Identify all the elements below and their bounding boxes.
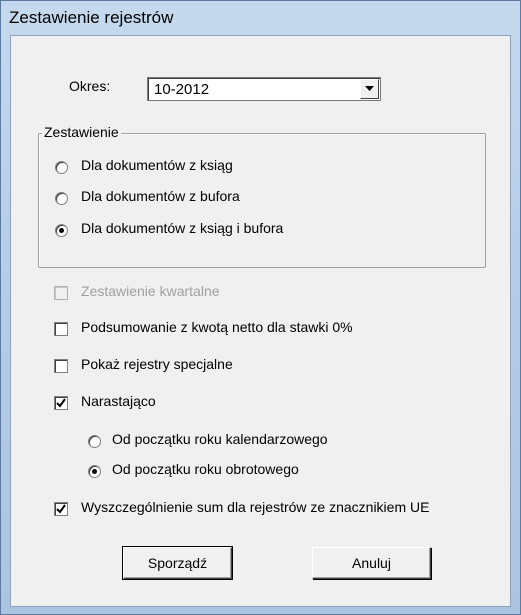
- radio-calendar-year[interactable]: [88, 435, 101, 448]
- radio-from-buffer[interactable]: [55, 192, 68, 205]
- radio-books-and-buffer[interactable]: [55, 224, 68, 237]
- dialog-body: Okres: 10-2012 Zestawienie Dla dokumentó…: [10, 35, 511, 607]
- period-select[interactable]: 10-2012: [147, 77, 381, 101]
- summary-group-title: Zestawienie: [42, 124, 121, 140]
- generate-button[interactable]: Sporządź: [122, 546, 233, 580]
- dialog-window: Zestawienie rejestrów Okres: 10-2012 Zes…: [0, 0, 521, 615]
- radio-from-buffer-label[interactable]: Dla dokumentów z bufora: [81, 188, 240, 204]
- radio-books-and-buffer-label[interactable]: Dla dokumentów z ksiąg i bufora: [81, 220, 283, 236]
- net-zero-checkbox[interactable]: [54, 322, 68, 336]
- cancel-button[interactable]: Anuluj: [312, 547, 431, 579]
- cumulative-checkbox-label[interactable]: Narastająco: [81, 393, 156, 409]
- special-registers-checkbox-label[interactable]: Pokaż rejestry specjalne: [81, 356, 233, 372]
- period-value: 10-2012: [154, 81, 210, 98]
- special-registers-checkbox[interactable]: [54, 359, 68, 373]
- eu-sums-checkbox[interactable]: [54, 502, 68, 516]
- net-zero-checkbox-label[interactable]: Podsumowanie z kwotą netto dla stawki 0%: [81, 319, 353, 335]
- eu-sums-checkbox-label[interactable]: Wyszczególnienie sum dla rejestrów ze zn…: [81, 499, 429, 515]
- radio-from-books[interactable]: [55, 161, 68, 174]
- dropdown-button[interactable]: [360, 79, 379, 99]
- checkmark-icon: [56, 398, 66, 408]
- radio-selected-dot: [59, 228, 64, 233]
- cumulative-checkbox[interactable]: [54, 396, 68, 410]
- radio-selected-dot: [92, 469, 97, 474]
- radio-calendar-year-label[interactable]: Od początku roku kalendarzowego: [112, 431, 328, 447]
- window-title: Zestawienie rejestrów: [9, 8, 174, 27]
- period-label: Okres:: [69, 78, 111, 94]
- chevron-down-icon: [365, 86, 374, 91]
- radio-fiscal-year-label[interactable]: Od początku roku obrotowego: [112, 461, 299, 477]
- quarterly-checkbox-label[interactable]: Zestawienie kwartalne: [81, 283, 220, 299]
- radio-fiscal-year[interactable]: [88, 465, 101, 478]
- checkmark-icon: [56, 504, 66, 514]
- title-bar[interactable]: Zestawienie rejestrów: [1, 1, 520, 35]
- radio-from-books-label[interactable]: Dla dokumentów z ksiąg: [81, 157, 233, 173]
- quarterly-checkbox[interactable]: [54, 286, 68, 300]
